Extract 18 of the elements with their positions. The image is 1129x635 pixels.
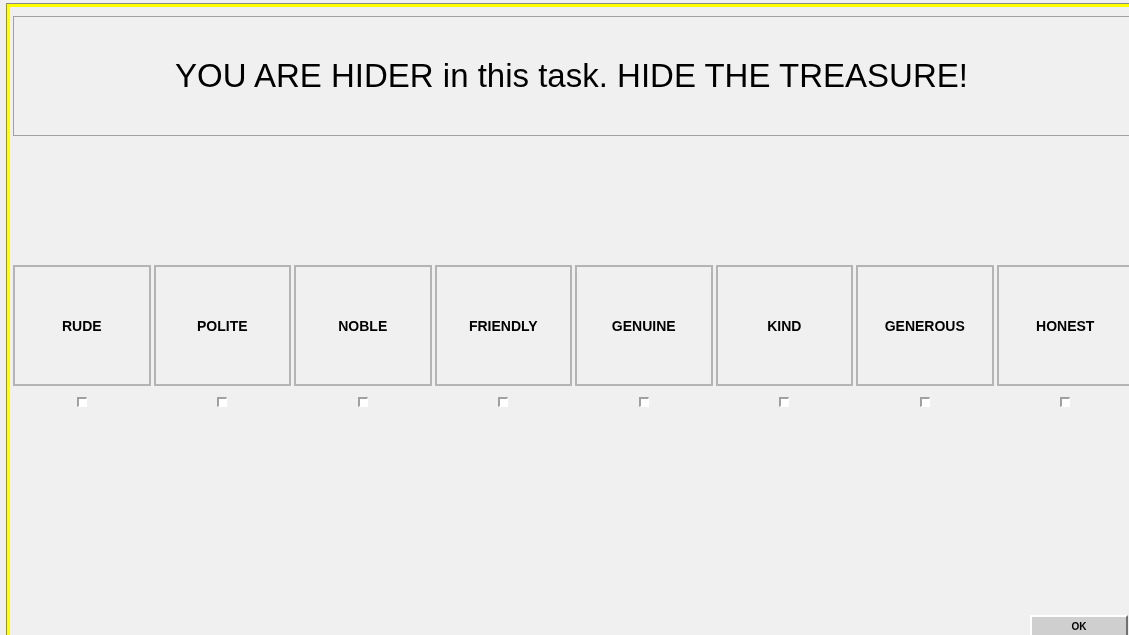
option-button[interactable]: GENEROUS bbox=[856, 265, 994, 386]
option-button[interactable]: GENUINE bbox=[575, 265, 713, 386]
option-button[interactable]: POLITE bbox=[153, 265, 291, 386]
checkbox[interactable] bbox=[357, 397, 368, 407]
checkbox[interactable] bbox=[217, 397, 228, 407]
checkbox[interactable] bbox=[779, 397, 790, 407]
option-button[interactable]: RUDE bbox=[13, 265, 151, 386]
option-button[interactable]: NOBLE bbox=[294, 265, 432, 386]
option-button[interactable]: FRIENDLY bbox=[434, 265, 572, 386]
ok-button[interactable]: OK bbox=[1030, 615, 1128, 635]
option-button[interactable]: KIND bbox=[715, 265, 853, 386]
checkbox[interactable] bbox=[498, 397, 509, 407]
checkbox[interactable] bbox=[1060, 397, 1071, 407]
option-button[interactable]: HONEST bbox=[996, 265, 1129, 386]
task-title: YOU ARE HIDER in this task. HIDE THE TREASURE! bbox=[175, 57, 968, 95]
checkbox[interactable] bbox=[76, 397, 87, 407]
checkbox[interactable] bbox=[638, 397, 649, 407]
checkbox[interactable] bbox=[919, 397, 930, 407]
